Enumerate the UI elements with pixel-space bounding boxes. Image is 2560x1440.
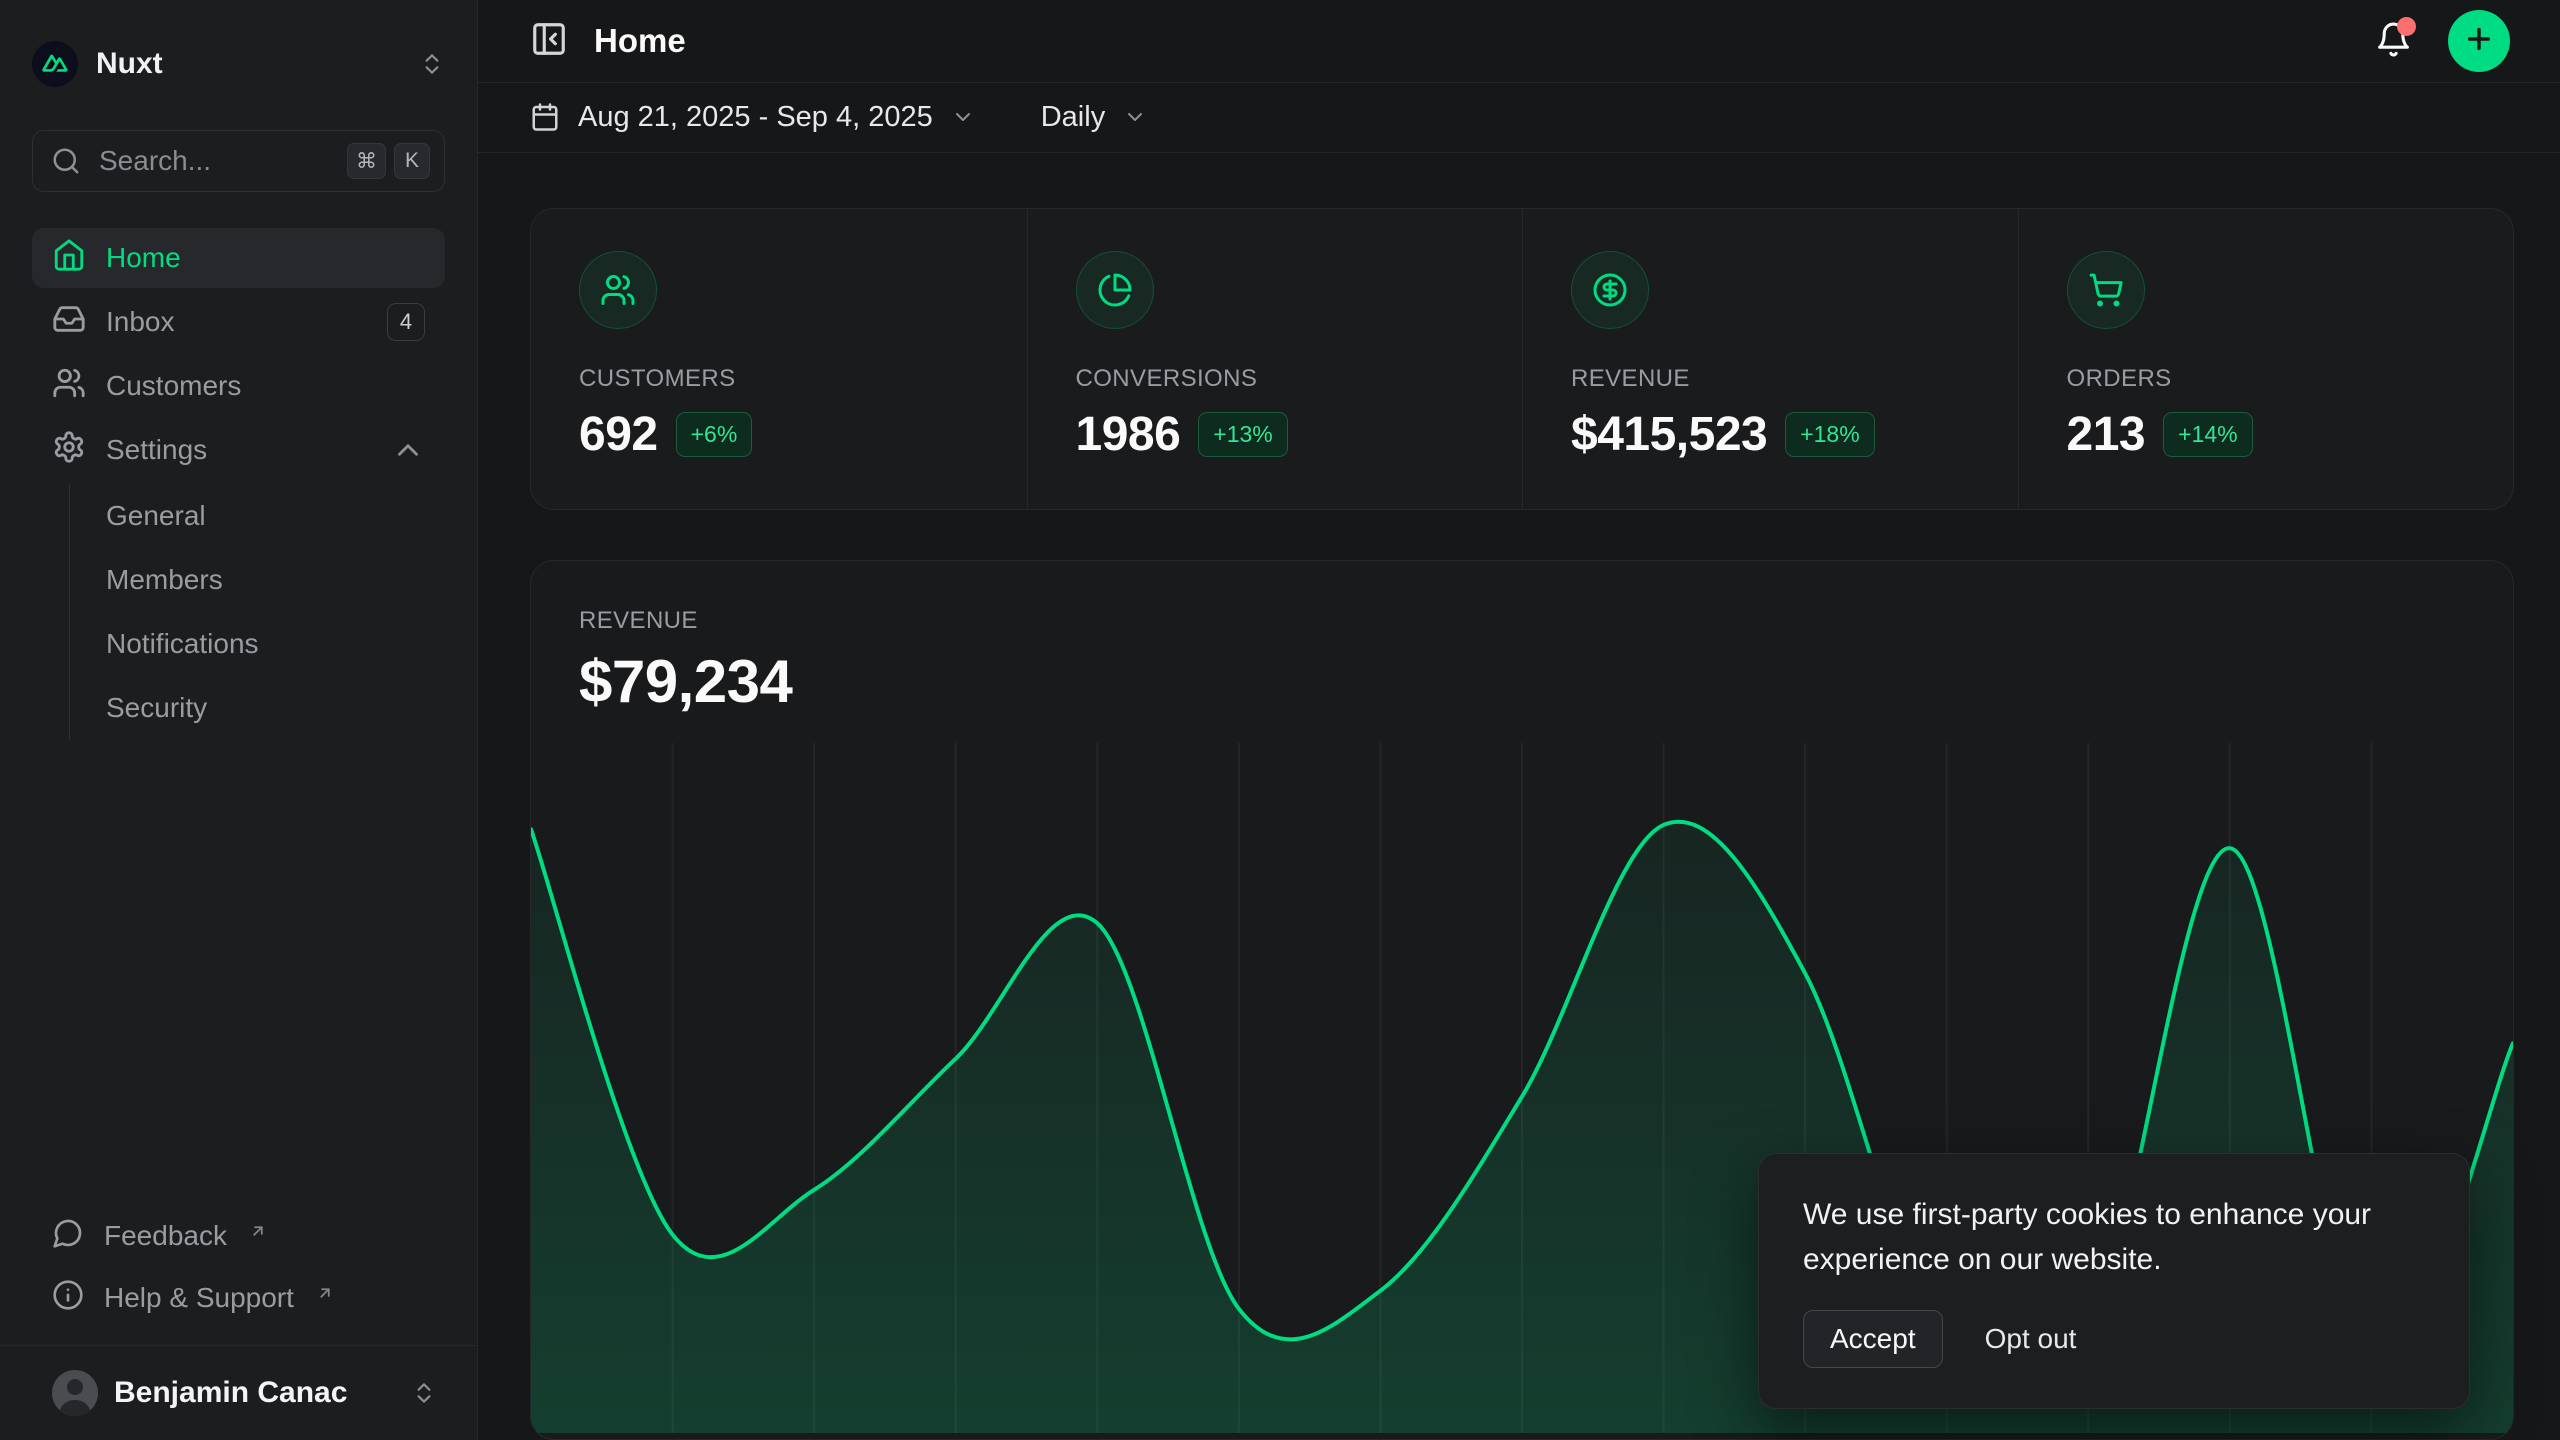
brand-name: Nuxt [96,47,163,81]
stat-conversions[interactable]: CONVERSIONS 1986 +13% [1027,209,1523,509]
stat-delta-badge: +14% [2163,412,2252,457]
cookie-banner: We use first-party cookies to enhance yo… [1758,1153,2470,1409]
chevrons-up-down-icon [419,51,445,77]
panel-left-close-icon [530,20,568,61]
external-link-icon [316,1277,334,1309]
workspace-switcher[interactable]: Nuxt [32,40,445,88]
stat-label: REVENUE [1571,365,1970,393]
search-icon [51,146,81,176]
collapse-sidebar-button[interactable] [530,20,568,61]
app-root: Nuxt Search... ⌘ K Home Inbox 4 [0,0,2560,1440]
kbd-k: K [394,143,430,179]
sidebar-nav: Home Inbox 4 Customers Settings General [32,228,445,740]
granularity-select[interactable]: Daily [1041,101,1147,134]
date-range-picker[interactable]: Aug 21, 2025 - Sep 4, 2025 [530,101,975,134]
sidebar-item-members[interactable]: Members [70,548,445,612]
page-header: Home [478,0,2560,83]
inbox-count-badge: 4 [387,303,425,341]
revenue-chart-label: REVENUE [579,607,2465,635]
help-support-label: Help & Support [104,1282,294,1314]
stat-label: CONVERSIONS [1076,365,1475,393]
accept-cookies-button[interactable]: Accept [1803,1310,1943,1368]
sidebar-item-notifications[interactable]: Notifications [70,612,445,676]
external-link-icon [249,1215,267,1247]
message-circle-icon [52,1217,84,1256]
page-title: Home [594,22,686,60]
sidebar-item-inbox[interactable]: Inbox 4 [32,292,445,352]
sidebar-item-settings[interactable]: Settings [32,420,445,480]
user-name: Benjamin Canac [114,1376,347,1410]
chevron-up-icon [391,433,425,467]
stat-value: 692 [579,407,658,462]
inbox-icon [52,302,86,343]
granularity-value: Daily [1041,101,1105,134]
date-range-value: Aug 21, 2025 - Sep 4, 2025 [578,101,933,134]
chevron-down-icon [1123,105,1147,129]
home-icon [52,238,86,279]
stat-delta-badge: +6% [676,412,753,457]
users-icon [579,251,657,329]
stat-value: $415,523 [1571,407,1767,462]
chevrons-up-down-icon [411,1380,437,1406]
cart-icon [2067,251,2145,329]
toolbar: Aug 21, 2025 - Sep 4, 2025 Daily [478,83,2560,153]
notification-dot [2397,17,2416,36]
sidebar-item-home[interactable]: Home [32,228,445,288]
help-support-link[interactable]: Help & Support [32,1267,445,1329]
pie-chart-icon [1076,251,1154,329]
search-placeholder: Search... [99,145,211,177]
circle-dollar-icon [1571,251,1649,329]
sidebar-spacer [0,740,477,1205]
stat-label: ORDERS [2067,365,2466,393]
user-menu[interactable]: Benjamin Canac [0,1346,477,1440]
cookie-message: We use first-party cookies to enhance yo… [1803,1192,2425,1282]
sidebar-item-label: Customers [106,370,241,402]
sidebar-item-security[interactable]: Security [70,676,445,740]
add-button[interactable] [2448,10,2510,72]
search-input[interactable]: Search... ⌘ K [32,130,445,192]
stat-value: 1986 [1076,407,1181,462]
calendar-icon [530,102,560,132]
sidebar-item-label: Home [106,242,181,274]
stat-delta-badge: +18% [1785,412,1874,457]
info-circle-icon [52,1279,84,1318]
stat-orders[interactable]: ORDERS 213 +14% [2018,209,2514,509]
kbd-cmd: ⌘ [347,143,386,179]
stats-card: CUSTOMERS 692 +6% CONVERSIONS 1986 +13% [530,208,2514,510]
feedback-label: Feedback [104,1220,227,1252]
nuxt-logo-icon [32,41,78,87]
stat-value: 213 [2067,407,2146,462]
stat-label: CUSTOMERS [579,365,979,393]
sidebar-item-label: Settings [106,434,207,466]
revenue-chart-total: $79,234 [579,647,2465,716]
settings-subnav: General Members Notifications Security [69,484,445,740]
sidebar-footer: Feedback Help & Support [32,1205,445,1329]
sidebar-item-label: Inbox [106,306,175,338]
optout-cookies-button[interactable]: Opt out [1985,1323,2077,1355]
avatar [52,1370,98,1416]
search-shortcut: ⌘ K [347,143,430,179]
sidebar: Nuxt Search... ⌘ K Home Inbox 4 [0,0,478,1440]
main: Home Aug 21, 2025 - Sep 4, 2025 Daily [478,0,2560,1440]
sidebar-item-customers[interactable]: Customers [32,356,445,416]
stat-delta-badge: +13% [1198,412,1287,457]
notifications-button[interactable] [2375,21,2412,61]
stat-revenue[interactable]: REVENUE $415,523 +18% [1522,209,2018,509]
gear-icon [52,430,86,471]
feedback-link[interactable]: Feedback [32,1205,445,1267]
users-icon [52,366,86,407]
plus-icon [2463,23,2495,58]
stat-customers[interactable]: CUSTOMERS 692 +6% [531,209,1027,509]
chevron-down-icon [951,105,975,129]
sidebar-item-general[interactable]: General [70,484,445,548]
